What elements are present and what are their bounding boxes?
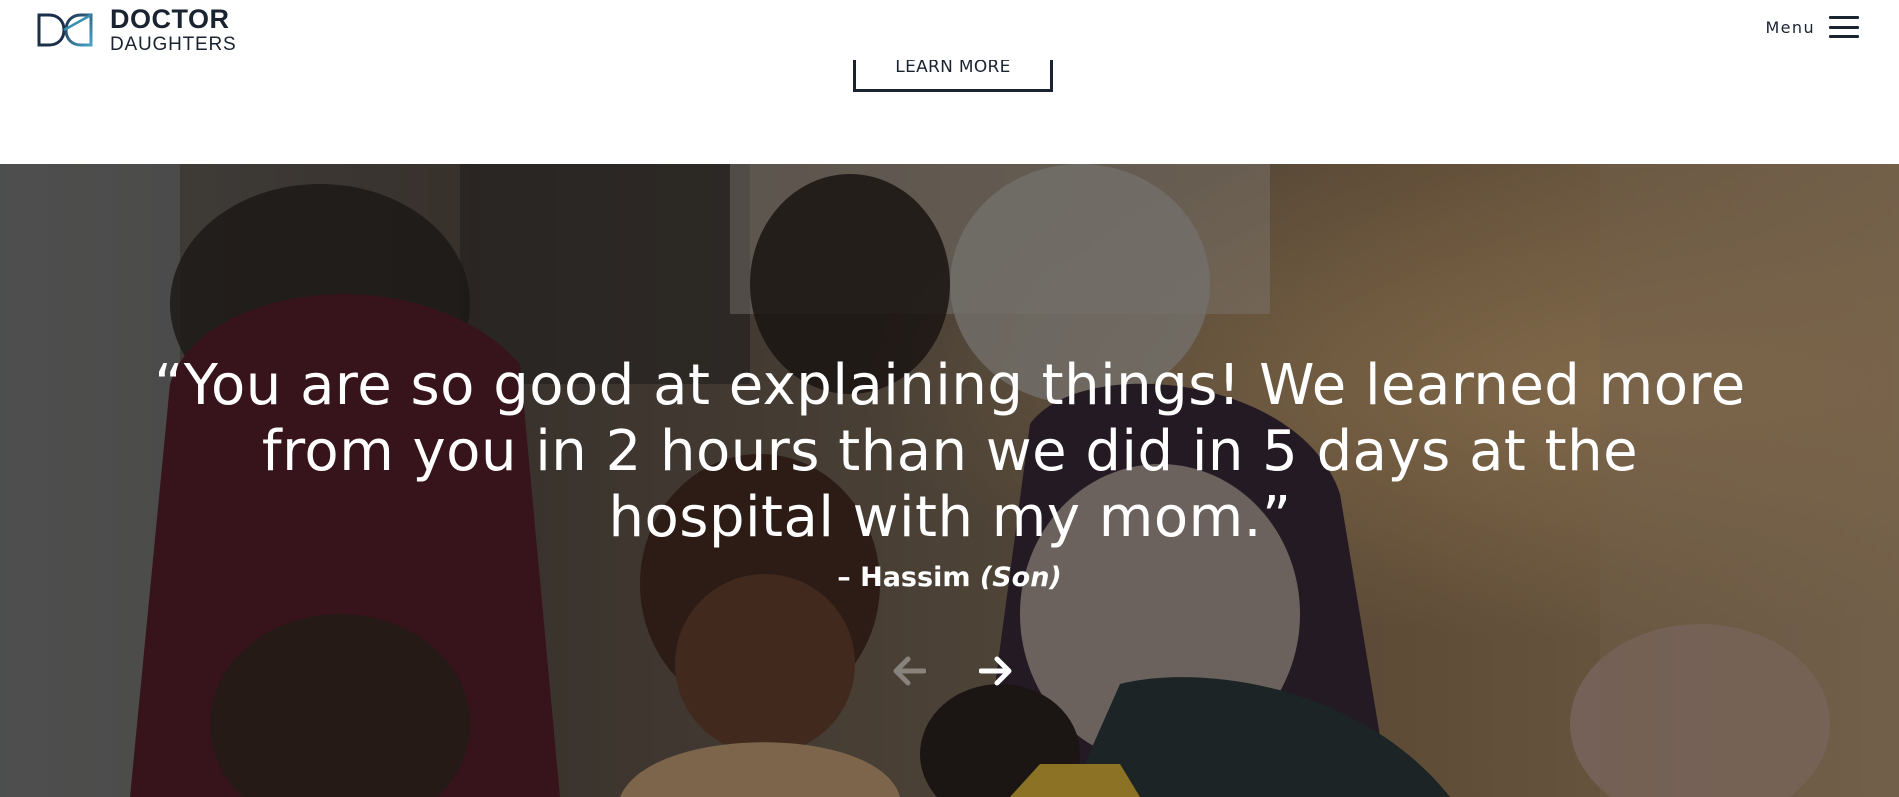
menu-button[interactable]: Menu	[1765, 16, 1859, 38]
testimonial-hero: “You are so good at explaining things! W…	[0, 164, 1899, 797]
site-logo[interactable]: DOCTOR DAUGHTERS	[36, 6, 237, 54]
dd-logo-icon	[37, 13, 93, 47]
learn-more-button[interactable]: LEARN MORE	[853, 56, 1053, 92]
logo-line-daughters: DAUGHTERS	[110, 34, 237, 55]
menu-label: Menu	[1765, 17, 1815, 37]
attribution-dash: –	[837, 562, 861, 593]
testimonial-author: Hassim	[860, 562, 971, 593]
testimonial-quote: “You are so good at explaining things! W…	[154, 353, 1746, 550]
hamburger-icon	[1829, 16, 1859, 38]
testimonial-relation: (Son)	[979, 562, 1062, 593]
site-header: DOCTOR DAUGHTERS Menu	[0, 0, 1899, 60]
logo-text: DOCTOR DAUGHTERS	[110, 4, 237, 55]
next-testimonial-button[interactable]	[979, 656, 1013, 686]
arrow-right-icon	[979, 656, 1012, 686]
logo-line-doctor: DOCTOR	[110, 4, 230, 34]
previous-testimonial-button[interactable]	[892, 656, 926, 686]
arrow-left-icon	[893, 656, 926, 686]
testimonial-attribution: – Hassim (Son)	[0, 562, 1899, 593]
